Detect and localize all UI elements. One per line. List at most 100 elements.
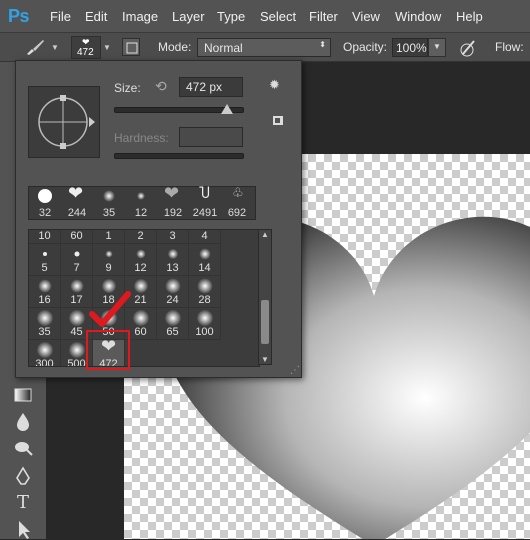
preset-cell[interactable]: 24 bbox=[157, 276, 189, 308]
menu-window[interactable]: Window bbox=[395, 9, 441, 24]
preset-label: 244 bbox=[67, 207, 87, 219]
preset-label: 2491 bbox=[192, 207, 218, 219]
preset-cell[interactable]: 10 bbox=[29, 230, 61, 244]
opacity-input[interactable]: 100% bbox=[392, 38, 428, 57]
menu-layer[interactable]: Layer bbox=[172, 9, 205, 24]
gear-icon[interactable]: ✹ bbox=[269, 77, 280, 93]
brush-tool-icon[interactable] bbox=[24, 38, 46, 56]
red-checkmark-icon bbox=[89, 291, 131, 327]
recent-brushes-strip: 32 ❤ 244 35 12 ❤ 192 Ⴎ 2491 ♧ 692 bbox=[28, 183, 256, 220]
heart-icon: ❤ bbox=[164, 183, 180, 203]
preset-cell[interactable]: 7 bbox=[61, 244, 93, 276]
scroll-up-icon[interactable]: ▲ bbox=[261, 230, 269, 239]
preset-label: 28 bbox=[198, 294, 211, 306]
preset-35[interactable]: 35 bbox=[93, 187, 125, 219]
resize-grip-icon[interactable]: ⋰ bbox=[290, 365, 300, 376]
dropdown-arrow-icon[interactable]: ▼ bbox=[51, 43, 59, 52]
size-slider-thumb[interactable] bbox=[221, 104, 233, 114]
picker-dropdown-arrow-icon[interactable]: ▼ bbox=[103, 43, 111, 52]
dodge-tool-icon[interactable] bbox=[12, 436, 34, 458]
menu-edit[interactable]: Edit bbox=[85, 9, 107, 24]
preset-2491[interactable]: Ⴎ 2491 bbox=[189, 185, 221, 219]
preset-692[interactable]: ♧ 692 bbox=[221, 185, 253, 219]
chevron-down-icon: ▼ bbox=[433, 42, 441, 51]
preset-cell[interactable]: 16 bbox=[29, 276, 61, 308]
preset-cell[interactable]: 5 bbox=[29, 244, 61, 276]
preset-244[interactable]: ❤ 244 bbox=[61, 183, 93, 219]
preset-cell[interactable]: 1 bbox=[93, 230, 125, 244]
menu-view[interactable]: View bbox=[352, 9, 380, 24]
preset-cell[interactable]: 4 bbox=[189, 230, 221, 244]
preset-label: 1 bbox=[105, 230, 112, 242]
gradient-tool-icon[interactable] bbox=[12, 384, 34, 406]
scatter-brush-icon: ♧ bbox=[232, 185, 244, 200]
brush-roundness-icon bbox=[38, 95, 95, 149]
soft-round-icon bbox=[103, 190, 115, 202]
preset-cell[interactable]: 100 bbox=[189, 308, 221, 340]
preset-32[interactable]: 32 bbox=[29, 187, 61, 219]
hardness-input[interactable] bbox=[179, 127, 243, 147]
preset-label: 32 bbox=[38, 207, 52, 219]
menu-file[interactable]: File bbox=[50, 9, 71, 24]
hardness-slider[interactable] bbox=[114, 153, 244, 159]
hard-round-icon bbox=[38, 189, 52, 203]
pen-tool-icon[interactable] bbox=[12, 466, 34, 488]
menu-select[interactable]: Select bbox=[260, 9, 296, 24]
preset-label: 13 bbox=[166, 262, 179, 274]
menu-bar: Ps File Edit Image Layer Type Select Fil… bbox=[0, 0, 530, 33]
brush-preset-grid: 10 60 1 2 3 4 5 7 9 12 13 14 16 17 18 21… bbox=[28, 229, 260, 367]
updown-icon: ⬍ bbox=[319, 40, 326, 49]
preset-cell[interactable]: 3 bbox=[157, 230, 189, 244]
type-tool-icon[interactable]: T bbox=[12, 492, 34, 514]
preset-12[interactable]: 12 bbox=[125, 187, 157, 219]
brush-angle-preview[interactable] bbox=[28, 86, 100, 158]
preset-cell[interactable]: 2 bbox=[125, 230, 157, 244]
scroll-thumb[interactable] bbox=[261, 300, 269, 344]
preset-label: 12 bbox=[134, 262, 147, 274]
preset-cell[interactable]: 65 bbox=[157, 308, 189, 340]
preset-cell[interactable]: 60 bbox=[61, 230, 93, 244]
preset-cell[interactable]: 300 bbox=[29, 340, 61, 366]
preset-cell[interactable]: 35 bbox=[29, 308, 61, 340]
brush-panel-toggle-icon[interactable] bbox=[122, 38, 140, 56]
preset-label: 192 bbox=[163, 207, 183, 219]
preset-label: 65 bbox=[166, 326, 179, 338]
brush-preset-picker-button[interactable]: ❤ 472 bbox=[71, 36, 101, 59]
preset-cell[interactable]: 28 bbox=[189, 276, 221, 308]
preset-label: 35 bbox=[102, 207, 116, 219]
preset-cell[interactable]: 13 bbox=[157, 244, 189, 276]
preset-cell[interactable]: 12 bbox=[125, 244, 157, 276]
preset-label: 4 bbox=[201, 230, 208, 242]
new-preset-icon[interactable] bbox=[271, 113, 285, 127]
preset-label: 60 bbox=[70, 230, 83, 242]
preset-label: 100 bbox=[195, 326, 214, 338]
selection-highlight-box bbox=[86, 330, 130, 370]
mode-select[interactable]: Normal ⬍ bbox=[197, 38, 331, 57]
size-label: Size: bbox=[114, 81, 141, 95]
preset-192[interactable]: ❤ 192 bbox=[157, 183, 189, 219]
mode-value: Normal bbox=[204, 41, 243, 55]
options-bar: ▼ ❤ 472 ▼ Mode: Normal ⬍ Opacity: 100% ▼… bbox=[0, 33, 530, 62]
preset-label: 24 bbox=[166, 294, 179, 306]
preset-label: 2 bbox=[137, 230, 144, 242]
scroll-down-icon[interactable]: ▼ bbox=[261, 355, 269, 364]
size-input[interactable]: 472 px bbox=[179, 77, 243, 97]
menu-help[interactable]: Help bbox=[456, 9, 483, 24]
opacity-value: 100% bbox=[396, 41, 427, 55]
preset-label: 14 bbox=[198, 262, 211, 274]
hardness-label: Hardness: bbox=[114, 131, 169, 145]
preset-label: 10 bbox=[38, 230, 51, 242]
opacity-dropdown-button[interactable]: ▼ bbox=[428, 38, 446, 57]
reset-size-icon[interactable]: ⟲ bbox=[155, 78, 167, 95]
preset-cell[interactable]: 14 bbox=[189, 244, 221, 276]
pressure-opacity-icon[interactable] bbox=[457, 38, 477, 58]
size-value: 472 px bbox=[186, 80, 223, 94]
menu-type[interactable]: Type bbox=[217, 9, 245, 24]
menu-image[interactable]: Image bbox=[122, 9, 158, 24]
preset-cell[interactable]: 9 bbox=[93, 244, 125, 276]
menu-filter[interactable]: Filter bbox=[309, 9, 338, 24]
path-selection-tool-icon[interactable] bbox=[12, 518, 34, 540]
blur-tool-icon[interactable] bbox=[12, 410, 34, 432]
preset-grid-scrollbar[interactable]: ▲ ▼ bbox=[258, 229, 272, 365]
opacity-label: Opacity: bbox=[343, 40, 388, 54]
